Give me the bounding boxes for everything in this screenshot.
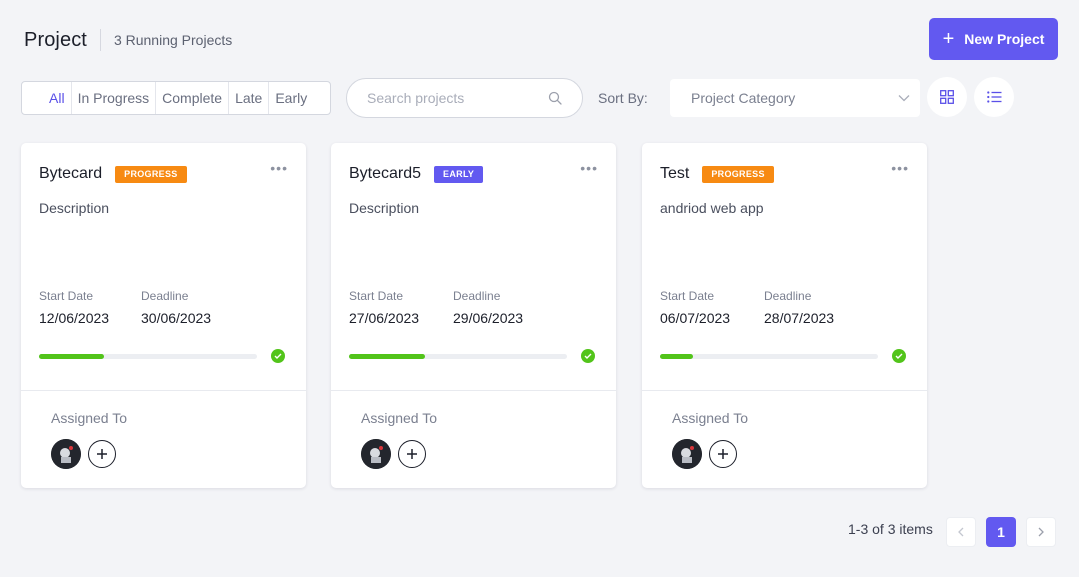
chevron-right-icon — [1038, 527, 1044, 537]
avatar[interactable] — [361, 439, 391, 469]
filter-tab-in-progress[interactable]: In Progress — [72, 82, 157, 114]
add-assignee-button[interactable] — [398, 440, 426, 468]
start-date-value: 12/06/2023 — [39, 310, 110, 326]
start-date-value: 06/07/2023 — [660, 310, 731, 326]
pagination-prev-button[interactable] — [946, 517, 976, 547]
project-title[interactable]: Bytecard — [39, 165, 102, 183]
running-projects-count: 3 Running Projects — [113, 32, 233, 48]
project-card[interactable]: Test PROGRESS ••• andriod web app Start … — [642, 143, 927, 488]
deadline-value: 28/07/2023 — [764, 310, 835, 326]
plus-icon: + — [942, 28, 955, 50]
project-card[interactable]: Bytecard PROGRESS ••• Description Start … — [21, 143, 306, 488]
grid-view-button[interactable] — [927, 77, 967, 117]
deadline-label: Deadline — [141, 289, 189, 303]
project-title[interactable]: Test — [660, 165, 689, 183]
more-horizontal-icon[interactable]: ••• — [891, 161, 909, 175]
search-input[interactable] — [367, 90, 548, 106]
status-badge: PROGRESS — [115, 165, 187, 183]
progress-bar — [39, 354, 257, 359]
page-title: Project — [24, 28, 87, 51]
deadline-label: Deadline — [453, 289, 501, 303]
project-description: Description — [39, 200, 110, 216]
status-filter-tabs: All In Progress Complete Late Early — [21, 81, 331, 115]
header-divider — [99, 29, 101, 51]
search-box — [346, 78, 583, 118]
deadline-value: 29/06/2023 — [453, 310, 524, 326]
list-view-icon — [986, 91, 1001, 103]
more-horizontal-icon[interactable]: ••• — [270, 161, 288, 175]
filter-tab-early[interactable]: Early — [269, 82, 313, 114]
select-value: Project Category — [691, 90, 796, 106]
card-divider — [642, 390, 927, 391]
start-date-label: Start Date — [660, 289, 715, 303]
status-badge: EARLY — [434, 165, 484, 183]
add-assignee-button[interactable] — [88, 440, 116, 468]
progress-bar — [349, 354, 567, 359]
status-badge: PROGRESS — [702, 165, 774, 183]
start-date-label: Start Date — [39, 289, 94, 303]
new-project-button[interactable]: + New Project — [929, 18, 1058, 60]
page-header: Project 3 Running Projects — [24, 26, 232, 54]
chevron-left-icon — [958, 527, 964, 537]
pagination-page-1[interactable]: 1 — [986, 517, 1016, 547]
project-description: andriod web app — [660, 200, 764, 216]
filter-tab-late[interactable]: Late — [229, 82, 270, 114]
avatar[interactable] — [672, 439, 702, 469]
card-divider — [331, 390, 616, 391]
check-circle-icon — [892, 349, 906, 363]
plus-circle-icon — [718, 449, 728, 459]
add-assignee-button[interactable] — [709, 440, 737, 468]
grid-view-icon — [940, 90, 954, 104]
sort-by-label: Sort By: — [598, 90, 648, 106]
filter-tab-complete[interactable]: Complete — [156, 82, 230, 114]
project-title[interactable]: Bytecard5 — [349, 165, 421, 183]
start-date-label: Start Date — [349, 289, 404, 303]
deadline-value: 30/06/2023 — [141, 310, 212, 326]
plus-circle-icon — [407, 449, 417, 459]
more-horizontal-icon[interactable]: ••• — [580, 161, 598, 175]
project-category-select[interactable]: Project Category — [670, 79, 920, 117]
card-divider — [21, 390, 306, 391]
check-circle-icon — [581, 349, 595, 363]
new-project-label: New Project — [964, 31, 1045, 47]
pagination-next-button[interactable] — [1026, 517, 1056, 547]
pagination-summary: 1-3 of 3 items — [848, 521, 933, 537]
search-icon[interactable] — [548, 91, 562, 105]
start-date-value: 27/06/2023 — [349, 310, 420, 326]
project-description: Description — [349, 200, 420, 216]
list-view-button[interactable] — [974, 77, 1014, 117]
plus-circle-icon — [97, 449, 107, 459]
check-circle-icon — [271, 349, 285, 363]
progress-bar — [660, 354, 878, 359]
assigned-to-label: Assigned To — [672, 410, 749, 426]
filter-tab-all[interactable]: All — [41, 82, 72, 114]
assigned-to-label: Assigned To — [361, 410, 438, 426]
avatar[interactable] — [51, 439, 81, 469]
assigned-to-label: Assigned To — [51, 410, 128, 426]
deadline-label: Deadline — [764, 289, 812, 303]
chevron-down-icon — [898, 95, 910, 102]
project-card[interactable]: Bytecard5 EARLY ••• Description Start Da… — [331, 143, 616, 488]
